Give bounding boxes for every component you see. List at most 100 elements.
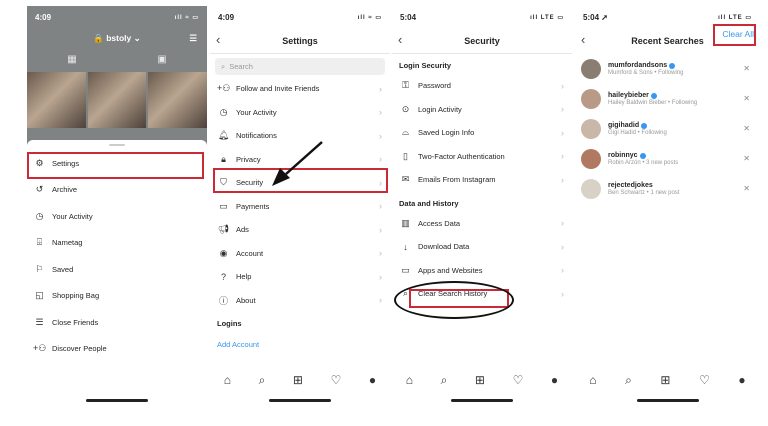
photo-thumbnail[interactable] <box>87 72 147 128</box>
search-result-row[interactable]: gigihadid Gigi Hadid • Following ✕ <box>575 114 760 144</box>
settings-highlight <box>27 152 204 179</box>
menu-icon[interactable]: ☰ <box>189 28 197 48</box>
result-username: haileybieber <box>608 92 649 99</box>
remove-icon[interactable]: ✕ <box>743 184 750 193</box>
search-result-row[interactable]: haileybieber Hailey Baldwin Bieber • Fol… <box>575 84 760 114</box>
security-item-password[interactable]: ⚿ Password › <box>392 74 572 98</box>
chevron-right-icon: › <box>561 218 564 229</box>
menu-item-archive[interactable]: ↺ Archive <box>27 177 207 204</box>
result-username: robinnyc <box>608 152 638 159</box>
result-subtitle: Gigi Hadid • Following <box>608 130 667 136</box>
search-icon[interactable]: ⌕ <box>441 373 448 388</box>
tab-bar: ⌂ ⌕ ⊞ ♡ ● <box>575 368 760 392</box>
profile-tabs: ▦ ▣ <box>27 48 207 70</box>
avatar <box>581 149 601 169</box>
menu-item-your-activity[interactable]: ◷ Your Activity <box>27 203 207 230</box>
remove-icon[interactable]: ✕ <box>743 154 750 163</box>
chevron-right-icon: › <box>561 127 564 138</box>
new-post-icon[interactable]: ⊞ <box>475 373 485 387</box>
heart-icon[interactable]: ♡ <box>699 373 710 387</box>
menu-item-nametag[interactable]: ⌹ Nametag <box>27 230 207 257</box>
back-icon[interactable]: ‹ <box>581 32 585 47</box>
chevron-right-icon: › <box>561 288 564 299</box>
profile-icon[interactable]: ● <box>551 373 558 387</box>
avatar <box>581 59 601 79</box>
remove-icon[interactable]: ✕ <box>743 124 750 133</box>
result-username: gigihadid <box>608 122 640 129</box>
chevron-right-icon: › <box>561 104 564 115</box>
pointer-arrow <box>272 141 323 186</box>
home-icon[interactable]: ⌂ <box>406 373 413 387</box>
menu-item-shopping-bag[interactable]: ◱ Shopping Bag <box>27 283 207 310</box>
photo-thumbnail[interactable] <box>148 72 207 128</box>
remove-icon[interactable]: ✕ <box>743 64 750 73</box>
home-icon[interactable]: ⌂ <box>589 373 596 387</box>
sheet-handle[interactable] <box>109 144 125 146</box>
status-time: 5:04 <box>400 12 417 22</box>
list-icon: ☰ <box>35 316 44 327</box>
settings-screen: 4:09 ıll ≈ ▭ ‹ Settings ⌕ Search +⚇ Follo… <box>210 6 390 406</box>
security-item-saved-login[interactable]: ⌓ Saved Login Info › <box>392 121 572 145</box>
security-item-login-activity[interactable]: ⊙ Login Activity › <box>392 98 572 122</box>
result-subtitle: Hailey Baldwin Bieber • Following <box>608 100 698 106</box>
menu-item-saved[interactable]: ⚐ Saved <box>27 256 207 283</box>
location-pin-icon: ⊙ <box>401 103 410 114</box>
archive-icon: ↺ <box>35 184 44 195</box>
phone-icon: ▯ <box>403 150 408 161</box>
verified-badge-icon <box>669 62 676 69</box>
chevron-right-icon: › <box>561 80 564 91</box>
tagged-icon[interactable]: ▣ <box>157 54 166 65</box>
chevron-right-icon: › <box>561 241 564 252</box>
status-time: 4:09 <box>35 12 52 22</box>
result-username: mumfordandsons <box>608 62 668 69</box>
search-result-row[interactable]: rejectedjokes Ben Schwartz • 1 new post … <box>575 174 760 204</box>
status-time: 5:04 ➚ <box>583 12 608 22</box>
home-indicator <box>451 399 513 402</box>
new-post-icon[interactable]: ⊞ <box>660 373 670 387</box>
key-icon: ⚿ <box>402 80 409 91</box>
avatar <box>581 179 601 199</box>
result-subtitle: Robin Arzón • 3 new posts <box>608 160 679 166</box>
security-item-apps-websites[interactable]: ▭ Apps and Websites › <box>392 259 572 283</box>
security-item-download-data[interactable]: ↓ Download Data › <box>392 235 572 259</box>
menu-sheet: ⚙ Settings ↺ Archive ◷ Your Activity ⌹ Namet… <box>27 140 207 406</box>
page-title: Recent Searches <box>631 36 704 46</box>
status-bar: 4:09 ıll ≈ ▭ <box>27 6 207 28</box>
tab-bar: ⌂ ⌕ ⊞ ♡ ● <box>392 368 572 392</box>
search-result-row[interactable]: robinnyc Robin Arzón • 3 new posts ✕ <box>575 144 760 174</box>
keyhole-icon: ⌓ <box>401 127 410 138</box>
clear-search-circle <box>394 281 514 319</box>
profile-menu-screen: 4:09 ıll ≈ ▭ 🔒 bstoly ⌄ ☰ ▦ ▣ ⚙ Settings ↺… <box>27 6 207 406</box>
back-icon[interactable]: ‹ <box>398 32 402 47</box>
home-indicator <box>86 399 148 402</box>
security-header: ‹ Security <box>392 28 572 54</box>
avatar <box>581 89 601 109</box>
home-indicator <box>636 399 699 402</box>
profile-icon[interactable]: ● <box>738 373 745 387</box>
photo-grid <box>27 72 207 128</box>
data-history-heading: Data and History <box>399 198 459 208</box>
security-item-two-factor[interactable]: ▯ Two-Factor Authentication › <box>392 145 572 169</box>
heart-icon[interactable]: ♡ <box>513 373 524 387</box>
chevron-right-icon: › <box>561 151 564 162</box>
bookmark-icon: ⚐ <box>35 263 44 274</box>
monitor-icon: ▭ <box>401 264 410 275</box>
search-icon[interactable]: ⌕ <box>625 373 632 388</box>
security-item-access-data[interactable]: ▥ Access Data › <box>392 212 572 236</box>
mail-icon: ✉ <box>401 174 410 185</box>
status-icons: ıll LTE ▭ <box>530 14 564 21</box>
menu-item-discover-people[interactable]: +⚇ Discover People <box>27 336 207 363</box>
menu-item-close-friends[interactable]: ☰ Close Friends <box>27 309 207 336</box>
status-icons: ıll LTE ▭ <box>718 14 752 21</box>
security-item-emails[interactable]: ✉ Emails From Instagram › <box>392 168 572 192</box>
username-label: bstoly ⌄ <box>106 33 141 43</box>
status-icons: ıll ≈ ▭ <box>174 14 199 21</box>
chevron-right-icon: › <box>561 265 564 276</box>
search-result-row[interactable]: mumfordandsons Mumford & Sons • Followin… <box>575 54 760 84</box>
photo-thumbnail[interactable] <box>27 72 86 128</box>
add-person-icon: +⚇ <box>33 343 47 354</box>
remove-icon[interactable]: ✕ <box>743 94 750 103</box>
recent-searches-screen: 5:04 ➚ ıll LTE ▭ ‹ Recent Searches Clear… <box>575 6 760 406</box>
clear-all-highlight <box>713 24 756 46</box>
grid-icon[interactable]: ▦ <box>67 54 76 65</box>
